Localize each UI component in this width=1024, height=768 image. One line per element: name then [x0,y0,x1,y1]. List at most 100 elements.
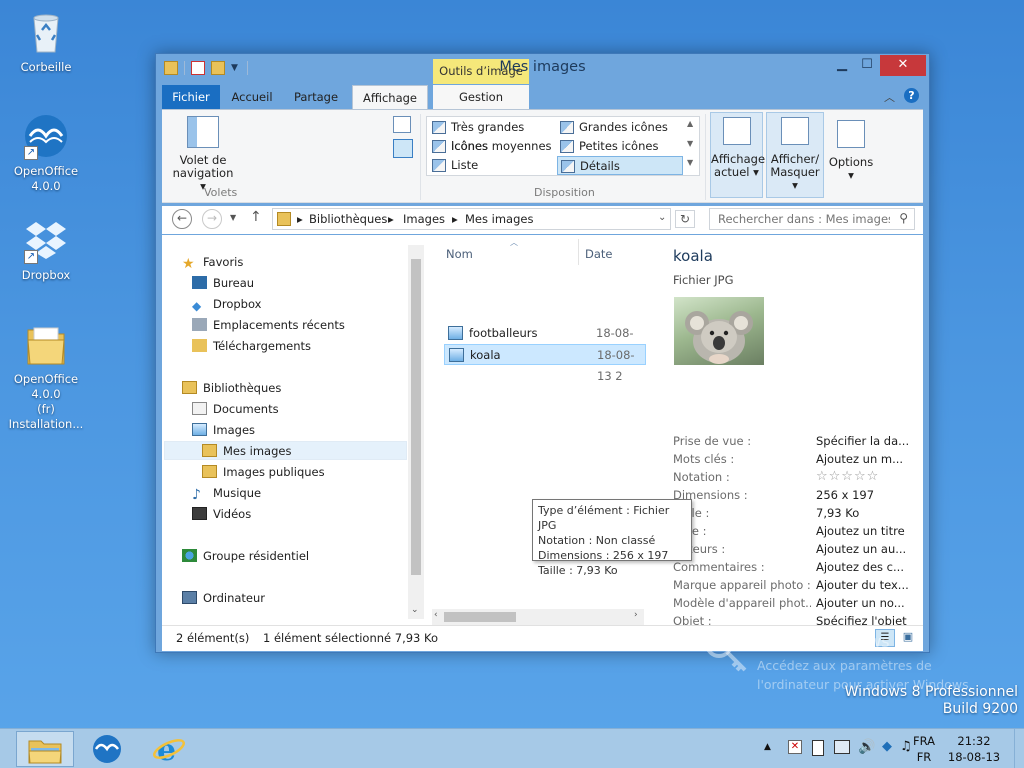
layout-extra-large-icons[interactable]: Très grandes icônes [429,118,557,153]
help-icon[interactable]: ? [904,88,919,103]
nav-desktop[interactable]: Bureau [192,274,254,293]
current-view-button[interactable]: Affichage actuel ▾ [710,112,765,198]
details-pane-button[interactable] [393,139,413,158]
file-tooltip: Type d’élément : Fichier JPG Notation : … [532,499,692,577]
nav-music[interactable]: ♪ Musique [192,484,261,503]
current-view-label2: actuel ▾ [714,165,759,179]
show-hidden-icons-icon[interactable]: ▲ [764,742,771,752]
nav-videos[interactable]: Vidéos [192,505,251,524]
rating-stars[interactable]: ☆☆☆☆☆ [816,468,918,486]
status-selection: 1 élément sélectionné 7,93 Ko [263,631,439,645]
openoffice-icon [93,735,121,763]
file-list-scroll-thumb[interactable] [444,612,516,622]
nav-downloads[interactable]: Téléchargements [192,337,311,356]
clock[interactable]: 21:32 18-08-13 [944,733,1004,765]
recent-locations-icon[interactable]: ▼ [230,213,236,222]
nav-dropbox[interactable]: ◆ Dropbox [192,295,261,314]
nav-favorites[interactable]: ★ Favoris [182,253,243,272]
search-icon[interactable]: ⚲ [899,211,908,225]
navigation-pane-icon [187,116,219,148]
gallery-scroll-up-icon[interactable]: ▲ [687,119,693,128]
maximize-button[interactable]: ☐ [853,55,881,76]
preview-pane-button[interactable] [393,116,411,133]
minimize-button[interactable]: ▁ [828,55,856,76]
taskbar-explorer-button[interactable] [16,731,74,767]
shortcut-arrow-icon: ↗ [24,250,38,264]
layout-list[interactable]: Liste [429,156,557,175]
nav-computer[interactable]: Ordinateur [182,589,265,608]
file-row-footballeurs[interactable]: footballeurs 18-08-13 2 [444,323,648,361]
nav-recent-places[interactable]: Emplacements récents [192,316,345,335]
nav-my-pictures[interactable]: Mes images [164,441,407,460]
desktop-icon-recycle-bin[interactable]: Corbeille [0,8,94,75]
layout-details[interactable]: Détails [557,156,683,175]
layout-small-icons[interactable]: Petites icônes [557,137,683,156]
address-field[interactable]: ▸ Bibliothèques ▸ Images ▸ Mes images ⌄ [272,208,671,230]
dropbox-tray-icon[interactable]: ◆ [882,739,892,754]
battery-icon[interactable] [812,740,824,756]
taskbar-ie-button[interactable]: e [140,731,198,767]
action-center-icon[interactable]: ✕ [788,740,802,754]
nav-libraries[interactable]: Bibliothèques [182,379,281,398]
taskbar-openoffice-button[interactable] [78,731,136,767]
show-desktop-button[interactable] [1014,729,1022,768]
desktop-icon-label: OpenOffice 4.0.0 [13,164,79,193]
breadcrumb-my-pictures[interactable]: Mes images [465,212,533,226]
prop-size: Taille :7,93 Ko [673,506,860,520]
tooltip-rating: Notation : Non classé [538,534,656,547]
show-hide-icon [781,117,809,145]
desktop-icon-openoffice-installer[interactable]: OpenOffice 4.0.0 (fr) Installation... [0,320,94,432]
dropbox-icon: ↗ [22,216,70,264]
navigation-pane-button[interactable]: Volet de navigation ▾ [170,116,236,193]
scroll-right-icon[interactable]: › [634,610,638,620]
search-input[interactable] [710,209,890,229]
nav-images[interactable]: Images [192,421,255,440]
input-language-indicator[interactable]: FRA FR [912,733,936,765]
desktop-icon-openoffice[interactable]: ↗ OpenOffice 4.0.0 [0,112,94,194]
refresh-button[interactable]: ↻ [675,210,695,228]
address-dropdown-icon[interactable]: ⌄ [658,212,666,223]
ribbon-collapse-icon[interactable]: ︿ [884,89,895,105]
speaker-icon[interactable]: ♫ [900,739,912,754]
volume-icon[interactable]: 🔊 [858,739,875,755]
details-pane: koala Fichier JPG Prise de vue : Spécifie… [648,235,923,625]
layout-medium-icons[interactable]: Icônes moyennes [429,137,557,156]
key-icon [705,630,747,672]
layout-large-icons[interactable]: Grandes icônes [557,118,683,137]
tab-home[interactable]: Accueil [222,85,282,109]
file-row-koala[interactable]: koala 18-08-13 2 [444,344,646,383]
nav-homegroup[interactable]: Groupe résidentiel [182,547,309,566]
breadcrumb-images[interactable]: Images [403,212,445,226]
scroll-left-icon[interactable]: ‹ [434,610,438,620]
scroll-down-icon[interactable]: ⌄ [411,605,419,615]
column-header-name[interactable]: Nom [446,247,473,261]
downloads-icon [192,339,207,352]
file-list-horizontal-scrollbar[interactable]: ‹ › [432,609,644,625]
nav-documents[interactable]: Documents [192,400,279,419]
forward-button[interactable]: → [202,209,222,229]
content-area: ★ Favoris Bureau ◆ Dropbox Emplacements ré… [162,235,923,625]
window-title: Mes images [499,59,586,75]
tab-manage[interactable]: Gestion [433,85,529,109]
options-dropdown-icon: ▾ [848,168,854,182]
up-button[interactable]: ↑ [250,209,262,225]
large-icons-view-button[interactable]: ▣ [899,629,917,647]
column-header-date[interactable]: Date [585,247,613,261]
ribbon-view: Volet de navigation ▾ Volets Très grande… [162,109,923,203]
gallery-more-icon[interactable]: ▼ [687,158,693,167]
close-button[interactable]: ✕ [880,55,926,76]
tab-view[interactable]: Affichage [352,85,428,109]
gallery-scroll-down-icon[interactable]: ▼ [687,139,693,148]
options-button[interactable]: Options ▾ [827,120,875,182]
nav-scroll-thumb[interactable] [411,259,421,575]
desktop-icon-dropbox[interactable]: ↗ Dropbox [0,216,94,283]
nav-vertical-scrollbar[interactable]: ⌄ [408,245,424,619]
tab-file[interactable]: Fichier [162,85,220,109]
tab-share[interactable]: Partage [286,85,346,109]
network-icon[interactable] [834,740,850,754]
breadcrumb-libraries[interactable]: Bibliothèques [309,212,387,226]
show-hide-button[interactable]: Afficher/ Masquer ▾ [766,112,824,198]
back-button[interactable]: ← [172,209,192,229]
nav-public-pictures[interactable]: Images publiques [202,463,325,482]
title-bar[interactable]: ▼ Outils d’image Mes images ▁ ☐ ✕ [156,54,929,84]
